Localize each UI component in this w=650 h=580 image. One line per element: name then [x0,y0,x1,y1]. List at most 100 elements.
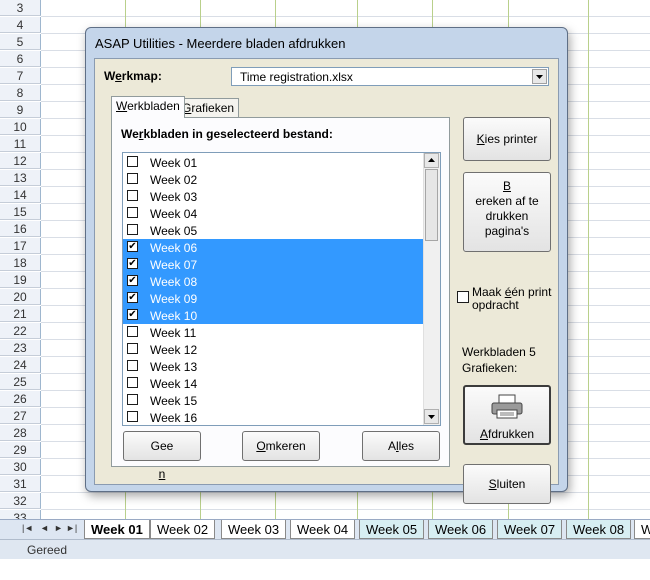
item-label: Week 01 [150,156,198,170]
sheet-tab[interactable]: Week 07 [497,520,563,539]
list-item[interactable]: Week 02 [123,171,424,188]
item-checkbox[interactable] [127,360,138,371]
item-checkbox[interactable]: ✔ [127,258,138,269]
sheet-checklist[interactable]: Week 01 Week 02 Week 03 Week 04 Week 05 ✔ Week… [122,152,441,426]
row-header[interactable]: 13 [0,170,41,186]
list-item[interactable]: Week 05 [123,222,424,239]
row-header[interactable]: 4 [0,17,41,33]
item-label: Week 11 [150,326,197,340]
item-checkbox[interactable] [127,411,138,422]
list-item[interactable]: ✔ Week 10 [123,307,424,324]
row-header[interactable]: 6 [0,51,41,67]
item-checkbox[interactable] [127,173,138,184]
list-scrollbar[interactable] [423,153,440,425]
print-button[interactable]: Afdrukken [463,385,551,445]
row-header[interactable]: 9 [0,102,41,118]
row-header[interactable]: 24 [0,357,41,373]
row-header[interactable]: 19 [0,272,41,288]
item-checkbox[interactable]: ✔ [127,241,138,252]
list-item[interactable]: Week 01 [123,154,424,171]
list-item[interactable]: Week 03 [123,188,424,205]
list-item[interactable]: Week 11 [123,324,424,341]
sheet-tab[interactable]: Week 06 [428,520,494,539]
row-header[interactable]: 12 [0,153,41,169]
list-item[interactable]: Week 14 [123,375,424,392]
row-header[interactable]: 18 [0,255,41,271]
row-header[interactable]: 3 [0,0,41,16]
status-bar: Gereed [0,539,650,560]
row-header[interactable]: 21 [0,306,41,322]
row-header[interactable]: 10 [0,119,41,135]
chart-count-label: Grafieken: [462,361,518,375]
sheet-tab[interactable]: Week 04 [290,520,356,539]
row-header[interactable]: 17 [0,238,41,254]
row-header[interactable]: 8 [0,85,41,101]
calculate-pages-button[interactable]: Bereken af te drukken pagina's [463,172,551,252]
dropdown-arrow-button[interactable] [532,69,547,84]
row-header[interactable]: 30 [0,459,41,475]
list-item[interactable]: Week 04 [123,205,424,222]
choose-printer-button[interactable]: Kies printer [463,117,551,161]
workbook-value: Time registration.xlsx [240,70,353,84]
sheet-tab[interactable]: Week 08 [566,520,632,539]
row-header[interactable]: 11 [0,136,41,152]
first-sheet-arrow-icon[interactable]: |◄ [22,523,33,533]
close-button[interactable]: Sluiten [463,464,551,504]
row-header[interactable]: 32 [0,493,41,509]
list-item[interactable]: Week 16 [123,409,424,425]
row-header[interactable]: 29 [0,442,41,458]
item-checkbox[interactable]: ✔ [127,309,138,320]
tab-charts[interactable]: Grafieken [177,98,240,118]
scroll-thumb[interactable] [425,169,438,241]
list-item[interactable]: Week 15 [123,392,424,409]
list-item[interactable]: Week 12 [123,341,424,358]
row-header[interactable]: 25 [0,374,41,390]
list-item[interactable]: Week 13 [123,358,424,375]
item-checkbox[interactable] [127,343,138,354]
item-checkbox[interactable] [127,156,138,167]
checkbox-box[interactable] [457,291,469,303]
item-checkbox[interactable] [127,224,138,235]
scroll-down-button[interactable] [424,409,439,424]
row-header[interactable]: 7 [0,68,41,84]
sheet-tab[interactable]: Week 02 [150,520,216,539]
sheet-tab[interactable]: W [634,520,650,539]
row-header[interactable]: 23 [0,340,41,356]
row-header[interactable]: 20 [0,289,41,305]
item-label: Week 13 [150,360,198,374]
sheet-tab[interactable]: Week 03 [221,520,287,539]
list-item[interactable]: ✔ Week 09 [123,290,424,307]
list-item[interactable]: ✔ Week 07 [123,256,424,273]
item-checkbox[interactable] [127,326,138,337]
row-header[interactable]: 22 [0,323,41,339]
row-header[interactable]: 15 [0,204,41,220]
row-header[interactable]: 31 [0,476,41,492]
row-header[interactable]: 14 [0,187,41,203]
chevron-down-icon [428,415,435,419]
item-checkbox[interactable] [127,394,138,405]
last-sheet-arrow-icon[interactable]: ►| [66,523,77,533]
workbook-dropdown[interactable]: Time registration.xlsx [231,67,549,86]
item-checkbox[interactable]: ✔ [127,292,138,303]
row-header[interactable]: 26 [0,391,41,407]
list-item[interactable]: ✔ Week 06 [123,239,424,256]
row-header[interactable]: 28 [0,425,41,441]
item-checkbox[interactable]: ✔ [127,275,138,286]
row-header[interactable]: 5 [0,34,41,50]
row-header[interactable]: 16 [0,221,41,237]
item-checkbox[interactable] [127,207,138,218]
sheet-tab[interactable]: Week 05 [359,520,425,539]
sheet-tab[interactable]: Week 01 [84,520,150,539]
select-all-button[interactable]: Alles [362,431,440,461]
next-sheet-arrow-icon[interactable]: ► [54,523,63,533]
tab-sheets[interactable]: Werkbladen [111,96,185,118]
select-none-button[interactable]: Gee n [123,431,201,481]
scroll-up-button[interactable] [424,153,439,168]
row-header[interactable]: 27 [0,408,41,424]
prev-sheet-arrow-icon[interactable]: ◄ [40,523,49,533]
item-checkbox[interactable] [127,377,138,388]
item-label: Week 04 [150,207,198,221]
item-checkbox[interactable] [127,190,138,201]
invert-selection-button[interactable]: Omkeren [242,431,320,461]
list-item[interactable]: ✔ Week 08 [123,273,424,290]
